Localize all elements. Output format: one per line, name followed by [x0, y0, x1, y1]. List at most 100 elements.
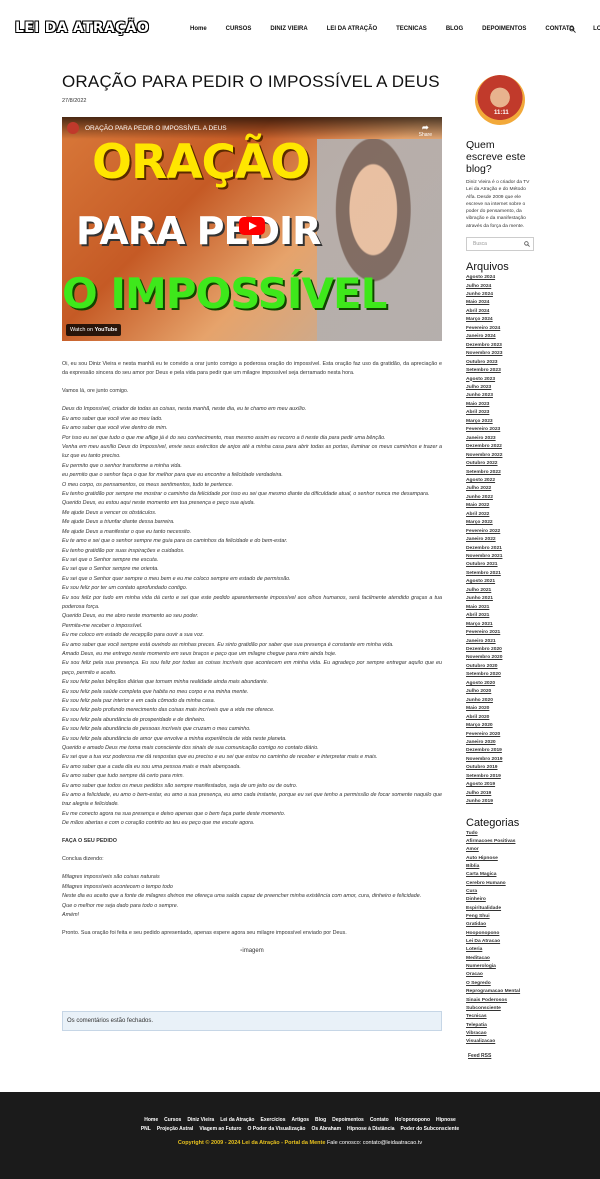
archive-link[interactable]: Março 2020 [466, 722, 534, 730]
play-button[interactable] [239, 217, 265, 235]
footer-link[interactable]: Artigos [292, 1117, 310, 1123]
archive-link[interactable]: Fevereiro 2023 [466, 426, 534, 434]
archive-link[interactable]: Abril 2024 [466, 308, 534, 316]
category-link[interactable]: Auto Hipnose [466, 855, 534, 863]
category-link[interactable]: Feng Shui [466, 913, 534, 921]
category-link[interactable]: Visualizacao [466, 1038, 534, 1046]
nav-item-blog[interactable]: BLOG [446, 26, 463, 32]
nav-item-lei-da-atra-o[interactable]: LEI DA ATRAÇÃO [327, 26, 377, 32]
category-link[interactable]: Reprogramacao Mental [466, 988, 534, 996]
archive-link[interactable]: Agosto 2023 [466, 376, 534, 384]
site-logo[interactable]: LEI DA ATRAÇÃO [15, 20, 149, 36]
archive-link[interactable]: Novembro 2019 [466, 756, 534, 764]
archive-link[interactable]: Dezembro 2021 [466, 545, 534, 553]
archive-link[interactable]: Dezembro 2022 [466, 443, 534, 451]
archive-link[interactable]: Abril 2022 [466, 511, 534, 519]
archive-link[interactable]: Junho 2022 [466, 494, 534, 502]
category-link[interactable]: Dinheiro [466, 896, 534, 904]
category-link[interactable]: Oracao [466, 971, 534, 979]
footer-link[interactable]: Projeção Astral [157, 1126, 194, 1132]
sidebar-search-input[interactable]: Busca [466, 237, 534, 252]
archive-link[interactable]: Abril 2020 [466, 714, 534, 722]
archive-link[interactable]: Dezembro 2020 [466, 646, 534, 654]
category-link[interactable]: Vibracao [466, 1030, 534, 1038]
contact-link[interactable]: Fale conosco: contato@leidaatracao.tv [327, 1140, 422, 1146]
feed-rss-link[interactable]: Feed RSS [468, 1053, 534, 1059]
category-link[interactable]: O Segredo [466, 980, 534, 988]
share-button[interactable]: ➦ Share [419, 123, 432, 138]
category-link[interactable]: Bíblia [466, 863, 534, 871]
footer-link[interactable]: Exercícios [261, 1117, 286, 1123]
archive-link[interactable]: Janeiro 2023 [466, 435, 534, 443]
footer-link[interactable]: Depoimentos [332, 1117, 364, 1123]
archive-link[interactable]: Outubro 2020 [466, 663, 534, 671]
nav-item-home[interactable]: Home [190, 26, 207, 32]
archive-link[interactable]: Outubro 2023 [466, 359, 534, 367]
archive-link[interactable]: Janeiro 2021 [466, 638, 534, 646]
category-link[interactable]: Subconsciente [466, 1005, 534, 1013]
category-link[interactable]: Meditacao [466, 955, 534, 963]
video-embed[interactable]: ORAÇÃO PARA PEDIR O IMPOSSÍVEL A DEUS ➦ S… [62, 117, 442, 341]
archive-link[interactable]: Junho 2020 [466, 697, 534, 705]
footer-link[interactable]: Diniz Vieira [187, 1117, 214, 1123]
archive-link[interactable]: Junho 2019 [466, 798, 534, 806]
archive-link[interactable]: Abril 2023 [466, 409, 534, 417]
archive-link[interactable]: Junho 2021 [466, 595, 534, 603]
category-link[interactable]: Espiritualidade [466, 905, 534, 913]
archive-link[interactable]: Setembro 2023 [466, 367, 534, 375]
category-link[interactable]: Lei Da Atracao [466, 938, 534, 946]
archive-link[interactable]: Julho 2021 [466, 587, 534, 595]
category-link[interactable]: Gratidao [466, 921, 534, 929]
search-icon[interactable] [524, 241, 530, 247]
archive-link[interactable]: Março 2023 [466, 418, 534, 426]
footer-link[interactable]: Lei da Atração [220, 1117, 254, 1123]
footer-link[interactable]: PNL [141, 1126, 151, 1132]
archive-link[interactable]: Agosto 2020 [466, 680, 534, 688]
archive-link[interactable]: Novembro 2020 [466, 654, 534, 662]
footer-link[interactable]: Viagem ao Futuro [199, 1126, 241, 1132]
archive-link[interactable]: Novembro 2021 [466, 553, 534, 561]
footer-link[interactable]: Ho'oponopono [395, 1117, 430, 1123]
archive-link[interactable]: Janeiro 2020 [466, 739, 534, 747]
archive-link[interactable]: Junho 2024 [466, 291, 534, 299]
footer-link[interactable]: Home [144, 1117, 158, 1123]
archive-link[interactable]: Março 2022 [466, 519, 534, 527]
archive-link[interactable]: Maio 2022 [466, 502, 534, 510]
archive-link[interactable]: Setembro 2022 [466, 469, 534, 477]
archive-link[interactable]: Junho 2023 [466, 392, 534, 400]
archive-link[interactable]: Fevereiro 2020 [466, 731, 534, 739]
archive-link[interactable]: Fevereiro 2022 [466, 528, 534, 536]
nav-item-diniz-vieira[interactable]: DINIZ VIEIRA [270, 26, 307, 32]
archive-link[interactable]: Janeiro 2024 [466, 333, 534, 341]
category-link[interactable]: Tudo [466, 830, 534, 838]
archive-link[interactable]: Julho 2022 [466, 485, 534, 493]
category-link[interactable]: Cura [466, 888, 534, 896]
category-link[interactable]: Hooponopono [466, 930, 534, 938]
archive-link[interactable]: Setembro 2019 [466, 773, 534, 781]
nav-item-tecnicas[interactable]: TECNICAS [396, 26, 427, 32]
archive-link[interactable]: Setembro 2021 [466, 570, 534, 578]
archive-link[interactable]: Agosto 2024 [466, 274, 534, 282]
archive-link[interactable]: Novembro 2022 [466, 452, 534, 460]
archive-link[interactable]: Dezembro 2023 [466, 342, 534, 350]
archive-link[interactable]: Maio 2024 [466, 299, 534, 307]
archive-link[interactable]: Julho 2024 [466, 283, 534, 291]
footer-link[interactable]: Contato [370, 1117, 389, 1123]
category-link[interactable]: Carta Magica [466, 871, 534, 879]
footer-link[interactable]: Cursos [164, 1117, 181, 1123]
footer-link[interactable]: Hipnose [436, 1117, 456, 1123]
archive-link[interactable]: Maio 2023 [466, 401, 534, 409]
footer-link[interactable]: Poder do Subconsciente [401, 1126, 460, 1132]
nav-item-depoimentos[interactable]: DEPOIMENTOS [482, 26, 526, 32]
archive-link[interactable]: Janeiro 2022 [466, 536, 534, 544]
archive-link[interactable]: Agosto 2019 [466, 781, 534, 789]
category-link[interactable]: Telepatia [466, 1022, 534, 1030]
category-link[interactable]: Cerebro Humano [466, 880, 534, 888]
footer-link[interactable]: O Poder da Visualização [247, 1126, 305, 1132]
video-title[interactable]: ORAÇÃO PARA PEDIR O IMPOSSÍVEL A DEUS [85, 125, 227, 132]
watch-on-youtube-button[interactable]: Watch on YouTube [66, 324, 122, 336]
nav-item-login[interactable]: LOGIN [593, 26, 600, 32]
category-link[interactable]: Loteria [466, 946, 534, 954]
archive-link[interactable]: Maio 2020 [466, 705, 534, 713]
archive-link[interactable]: Abril 2021 [466, 612, 534, 620]
